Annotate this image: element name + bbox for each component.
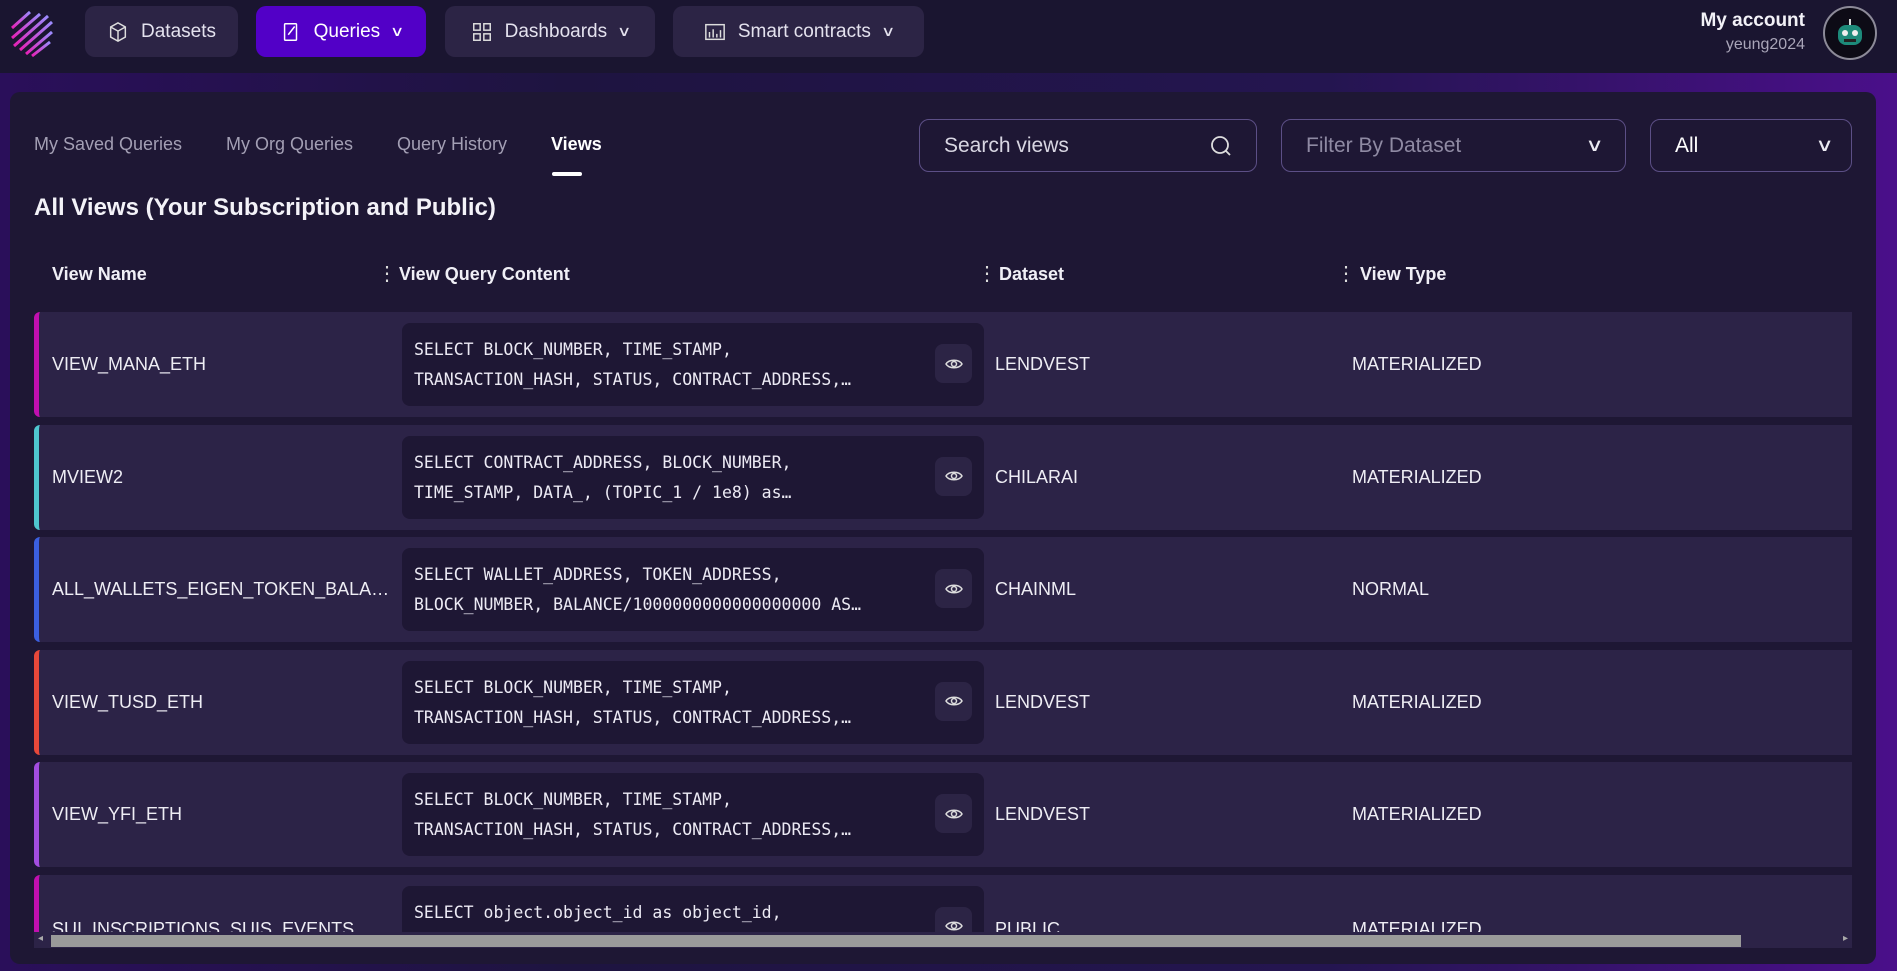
query-content: SELECT BLOCK_NUMBER, TIME_STAMP, TRANSAC… (402, 323, 984, 406)
view-type-select[interactable]: All ∨ (1650, 119, 1852, 172)
nav-label: Queries (313, 20, 381, 42)
query-text: SELECT BLOCK_NUMBER, TIME_STAMP, TRANSAC… (414, 677, 852, 727)
query-content: SELECT BLOCK_NUMBER, TIME_STAMP, TRANSAC… (402, 660, 984, 744)
view-name: VIEW_TUSD_ETH (52, 691, 204, 712)
dataset-filter-select[interactable]: Filter By Dataset ∨ (1281, 119, 1626, 172)
section-title: All Views (Your Subscription and Public) (34, 194, 496, 221)
query-content: SELECT WALLET_ADDRESS, TOKEN_ADDRESS, BL… (402, 548, 984, 631)
tab-my-org-queries[interactable]: My Org Queries (226, 134, 353, 155)
dataset: LENDVEST (995, 354, 1091, 374)
search-input[interactable]: Search views (919, 119, 1257, 172)
view-query-button[interactable] (935, 569, 972, 608)
view-query-button[interactable] (935, 344, 972, 383)
column-menu-icon[interactable]: ⋮ (977, 263, 997, 285)
query-text: SELECT WALLET_ADDRESS, TOKEN_ADDRESS, BL… (414, 565, 862, 614)
nav-queries-button[interactable]: Queries ∨ (256, 6, 426, 57)
column-menu-icon[interactable]: ⋮ (377, 263, 397, 285)
view-type-value: All (1675, 133, 1699, 157)
view-type: NORMAL (1352, 579, 1430, 599)
nav-smart-contracts-button[interactable]: Smart contracts ∨ (673, 6, 924, 57)
column-header-view-type[interactable]: View Type (1360, 264, 1446, 285)
view-name: ALL_WALLETS_EIGEN_TOKEN_BALA… (52, 579, 390, 599)
query-content: SELECT object.object_id as object_id, (402, 885, 984, 964)
nav-dashboards-button[interactable]: Dashboards ∨ (445, 6, 655, 57)
nav-label: Smart contracts (737, 20, 871, 42)
table-row[interactable]: VIEW_YFI_ETH SELECT BLOCK_NUMBER, TIME_ST… (34, 762, 1852, 867)
dataset: PUBLIC (995, 918, 1061, 939)
chart-icon (704, 23, 725, 40)
username: yeung2024 (1725, 36, 1805, 53)
search-placeholder: Search views (944, 133, 1069, 157)
column-header-dataset[interactable]: Dataset (999, 264, 1064, 285)
chevron-down-icon: ∨ (390, 23, 405, 39)
nav-label: Datasets (141, 20, 216, 42)
chevron-down-icon: ∨ (617, 23, 632, 39)
query-text: SELECT BLOCK_NUMBER, TIME_STAMP, TRANSAC… (414, 340, 852, 389)
table-row[interactable]: VIEW_MANA_ETH SELECT BLOCK_NUMBER, TIME_S… (34, 312, 1852, 417)
table-row[interactable]: VIEW_TUSD_ETH SELECT BLOCK_NUMBER, TIME_S… (34, 649, 1852, 755)
view-type: MATERIALIZED (1352, 918, 1482, 939)
chevron-down-icon: ∨ (880, 23, 896, 39)
view-query-button[interactable] (935, 794, 972, 833)
dataset: LENDVEST (995, 804, 1091, 824)
dataset: CHILARAI (995, 466, 1079, 487)
chevron-down-icon: ∨ (1585, 135, 1604, 155)
robot-icon (1838, 19, 1862, 45)
column-header-query[interactable]: View Query Content (399, 264, 570, 285)
view-type: MATERIALIZED (1352, 804, 1482, 824)
grid-icon (472, 22, 491, 41)
tab-views[interactable]: Views (551, 134, 602, 155)
tab-query-history[interactable]: Query History (397, 134, 507, 155)
logo-icon[interactable] (8, 8, 60, 60)
top-nav-bar: Datasets Queries ∨ Dashboards ∨ Smart co… (0, 0, 1897, 73)
view-query-button[interactable] (935, 681, 972, 721)
nav-label: Dashboards (504, 20, 608, 42)
dataset: CHAINML (995, 579, 1077, 599)
view-type: MATERIALIZED (1352, 354, 1482, 374)
scroll-right-icon[interactable]: ▸ (1843, 933, 1848, 944)
chevron-down-icon: ∨ (1815, 135, 1834, 155)
views-panel: My Saved Queries My Org Queries Query Hi… (10, 92, 1876, 964)
scrollbar-thumb[interactable] (51, 935, 1741, 947)
view-type: MATERIALIZED (1352, 691, 1482, 712)
query-content: SELECT BLOCK_NUMBER, TIME_STAMP, TRANSAC… (402, 773, 984, 856)
account-label: My account (1700, 10, 1805, 31)
search-icon (1211, 135, 1231, 156)
tab-my-saved-queries[interactable]: My Saved Queries (34, 134, 182, 155)
nav-datasets-button[interactable]: Datasets (85, 6, 238, 57)
avatar[interactable] (1823, 6, 1877, 60)
active-tab-indicator (552, 172, 582, 176)
query-text: SELECT BLOCK_NUMBER, TIME_STAMP, TRANSAC… (414, 790, 852, 839)
query-text: SELECT object.object_id as object_id, (414, 902, 782, 922)
query-text: SELECT CONTRACT_ADDRESS, BLOCK_NUMBER, T… (414, 452, 792, 502)
view-name: MVIEW2 (52, 466, 124, 487)
column-header-view-name[interactable]: View Name (52, 264, 147, 285)
scroll-left-icon[interactable]: ◂ (38, 933, 43, 944)
eye-icon (944, 696, 963, 706)
table-row[interactable]: ALL_WALLETS_EIGEN_TOKEN_BALA… SELECT WALL… (34, 537, 1852, 642)
table-row[interactable]: MVIEW2 SELECT CONTRACT_ADDRESS, BLOCK_NUM… (34, 424, 1852, 530)
view-query-button[interactable] (935, 456, 972, 496)
cube-icon (109, 21, 127, 42)
eye-icon (944, 809, 963, 818)
eye-icon (944, 584, 963, 593)
dataset: LENDVEST (995, 691, 1091, 712)
query-content: SELECT CONTRACT_ADDRESS, BLOCK_NUMBER, T… (402, 435, 984, 519)
view-name: VIEW_MANA_ETH (52, 354, 207, 374)
dataset-filter-placeholder: Filter By Dataset (1306, 133, 1462, 157)
view-name: SUI_INSCRIPTIONS_SUIS_EVENTS (52, 918, 355, 939)
edit-icon (283, 22, 297, 41)
account-menu[interactable]: My account yeung2024 (1700, 10, 1805, 54)
eye-icon (944, 471, 963, 481)
view-type: MATERIALIZED (1352, 466, 1482, 487)
eye-icon (944, 359, 963, 368)
view-name: VIEW_YFI_ETH (52, 804, 183, 824)
column-menu-icon[interactable]: ⋮ (1336, 263, 1356, 285)
horizontal-scrollbar[interactable]: ◂ ▸ (34, 932, 1852, 948)
table-row[interactable]: SUI_INSCRIPTIONS_SUIS_EVENTS SELECT objec… (34, 874, 1852, 964)
